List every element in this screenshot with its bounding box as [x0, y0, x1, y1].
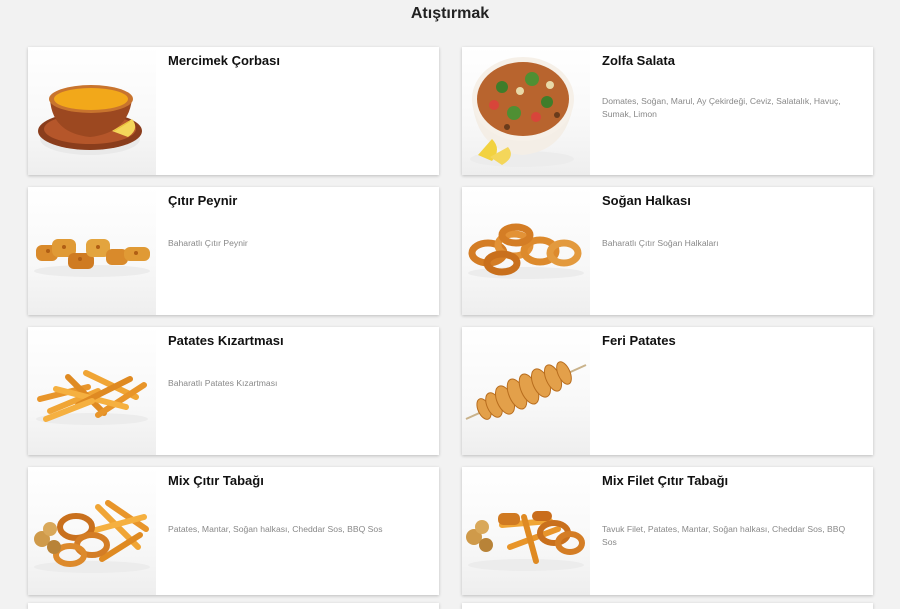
menu-grid: Mercimek Çorbası Zolfa Salata Domates, S… [28, 47, 873, 595]
menu-item-card[interactable]: Çıtır Peynir Baharatlı Çıtır Peynir [28, 187, 439, 315]
menu-item-card[interactable]: Zolfa Salata Domates, Soğan, Marul, Ay Ç… [462, 47, 873, 175]
french-fries-image [28, 327, 156, 455]
menu-item-name: Patates Kızartması [168, 333, 284, 348]
menu-item-card-partial[interactable] [28, 603, 439, 609]
salad-bowl-image [462, 47, 590, 175]
menu-item-description: Baharatlı Patates Kızartması [168, 378, 278, 388]
lentil-soup-image [28, 47, 156, 175]
menu-item-name: Zolfa Salata [602, 53, 675, 68]
menu-item-name: Soğan Halkası [602, 193, 691, 208]
menu-item-card[interactable]: Mercimek Çorbası [28, 47, 439, 175]
mix-fillet-platter-image [462, 467, 590, 595]
menu-item-card[interactable]: Feri Patates [462, 327, 873, 455]
page-title: Atıştırmak [410, 5, 490, 22]
menu-item-card[interactable]: Mix Filet Çıtır Tabağı Tavuk Filet, Pata… [462, 467, 873, 595]
menu-item-card[interactable]: Patates Kızartması Baharatlı Patates Kız… [28, 327, 439, 455]
mix-platter-image [28, 467, 156, 595]
menu-item-description: Patates, Mantar, Soğan halkası, Cheddar … [168, 524, 383, 534]
menu-item-description: Domates, Soğan, Marul, Ay Çekirdeği, Cev… [602, 96, 841, 119]
menu-item-name: Mix Filet Çıtır Tabağı [602, 473, 729, 488]
menu-item-card[interactable]: Soğan Halkası Baharatlı Çıtır Soğan Halk… [462, 187, 873, 315]
menu-item-card-partial[interactable] [462, 603, 873, 609]
crispy-cheese-image [28, 187, 156, 315]
menu-item-description: Baharatlı Çıtır Peynir [168, 238, 248, 248]
next-row-cards [28, 603, 885, 609]
menu-item-name: Feri Patates [602, 333, 676, 348]
spiral-potato-image [462, 327, 590, 455]
onion-rings-image [462, 187, 590, 315]
menu-item-name: Çıtır Peynir [168, 193, 238, 208]
menu-item-name: Mix Çıtır Tabağı [168, 473, 264, 488]
menu-item-description: Tavuk Filet, Patates, Mantar, Soğan halk… [602, 524, 846, 547]
menu-item-card[interactable]: Mix Çıtır Tabağı Patates, Mantar, Soğan … [28, 467, 439, 595]
menu-item-name: Mercimek Çorbası [168, 53, 280, 68]
menu-item-description: Baharatlı Çıtır Soğan Halkaları [602, 238, 719, 248]
